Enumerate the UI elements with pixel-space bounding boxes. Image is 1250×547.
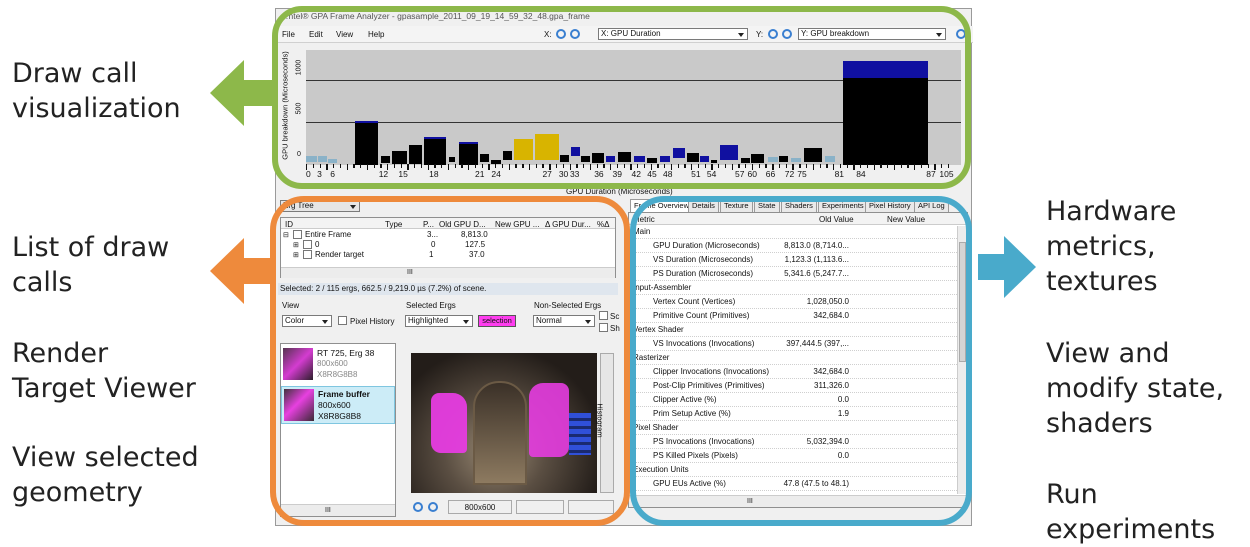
blue-arrow-icon <box>978 236 1036 298</box>
label-view-modify-state: View and modify state, shaders <box>1046 338 1225 439</box>
blue-frame <box>630 196 972 526</box>
label-draw-call-visualization: Draw call visualization <box>12 58 181 124</box>
label-run-experiments: Run experiments <box>1046 479 1216 545</box>
label-hardware-metrics: Hardware metrics, textures <box>1046 196 1177 297</box>
label-view-selected-geometry: View selected geometry <box>12 442 199 508</box>
orange-arrow-icon <box>210 238 272 304</box>
label-list-of-draw-calls: List of draw calls <box>12 232 170 298</box>
orange-frame <box>270 196 630 526</box>
green-arrow-icon <box>210 60 272 126</box>
green-frame <box>272 6 971 189</box>
label-render-target-viewer: Render Target Viewer <box>12 338 196 404</box>
